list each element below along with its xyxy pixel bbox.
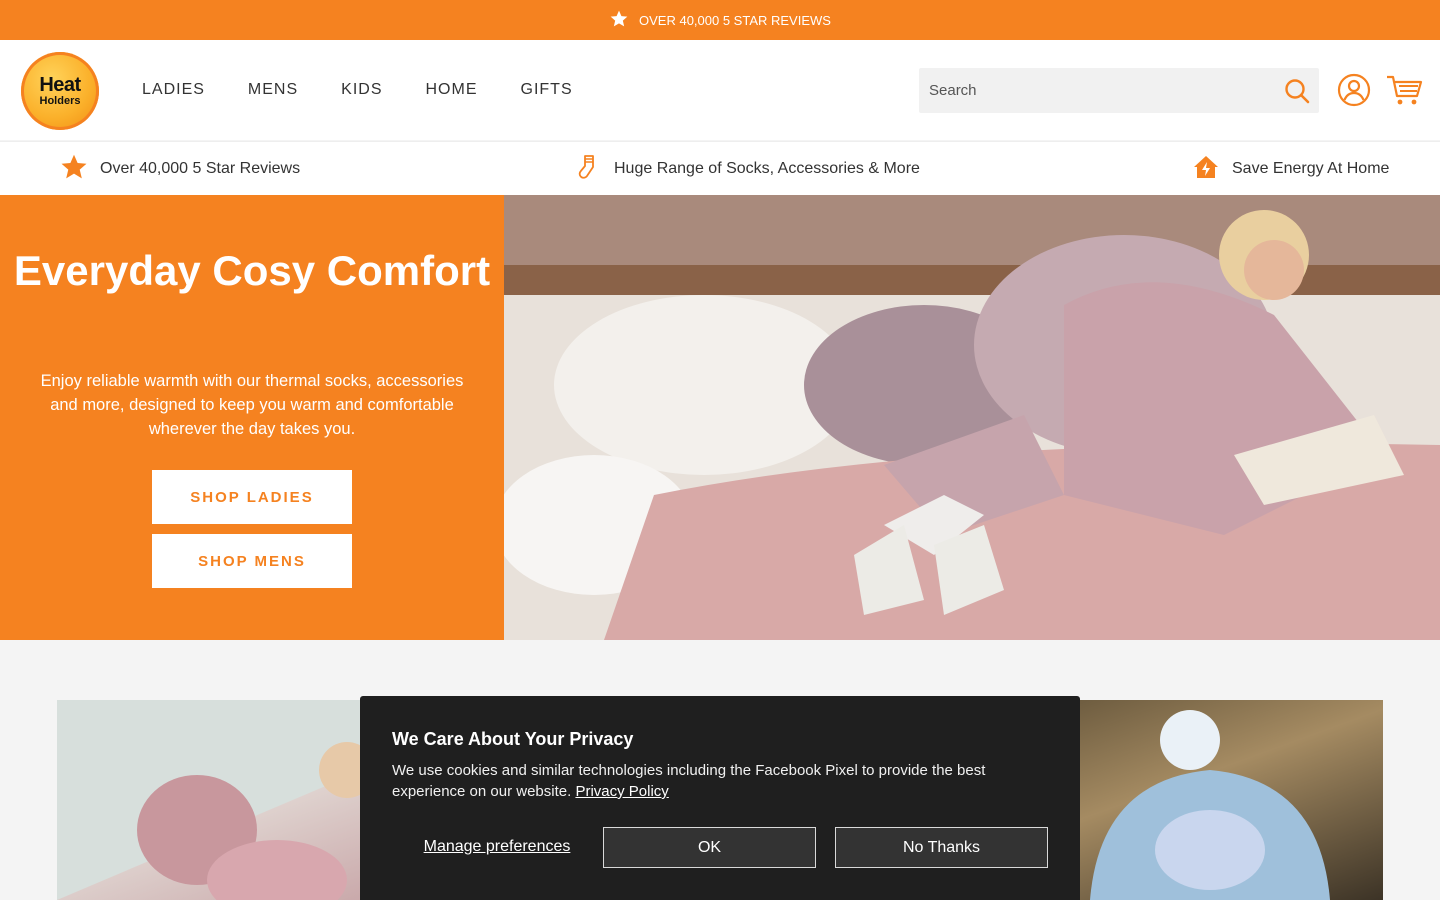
site-header: Heat Holders LADIES MENS KIDS HOME GIFTS xyxy=(0,40,1440,140)
search-input[interactable] xyxy=(929,68,1269,113)
usp-range: Huge Range of Socks, Accessories & More xyxy=(574,142,920,196)
main-nav: LADIES MENS KIDS HOME GIFTS xyxy=(142,80,616,100)
nav-item-ladies[interactable]: LADIES xyxy=(142,80,205,100)
cookie-text-body: We use cookies and similar technologies … xyxy=(392,762,986,800)
sock-icon xyxy=(574,153,602,186)
manage-preferences-button[interactable]: Manage preferences xyxy=(392,827,602,867)
nav-item-mens[interactable]: MENS xyxy=(248,80,298,100)
hero-image xyxy=(504,195,1440,640)
hero-title: Everyday Cosy Comfort xyxy=(13,247,491,294)
privacy-policy-link[interactable]: Privacy Policy xyxy=(575,783,668,800)
usp-bar: Over 40,000 5 Star Reviews Huge Range of… xyxy=(0,141,1440,195)
nav-item-home[interactable]: HOME xyxy=(426,80,478,100)
hero-panel: Everyday Cosy Comfort Enjoy reliable war… xyxy=(0,195,504,640)
usp-range-text: Huge Range of Socks, Accessories & More xyxy=(614,160,920,177)
usp-energy-text: Save Energy At Home xyxy=(1232,160,1390,177)
house-energy-icon xyxy=(1192,153,1220,186)
announcement-bar: OVER 40,000 5 STAR REVIEWS xyxy=(0,0,1440,40)
brand-logo[interactable]: Heat Holders xyxy=(21,52,99,130)
cookie-text: We use cookies and similar technologies … xyxy=(392,760,1052,802)
shop-ladies-button[interactable]: SHOP LADIES xyxy=(152,470,352,524)
star-icon xyxy=(60,153,88,186)
account-icon[interactable] xyxy=(1337,73,1371,107)
nav-item-gifts[interactable]: GIFTS xyxy=(521,80,573,100)
nav-item-kids[interactable]: KIDS xyxy=(341,80,382,100)
star-icon xyxy=(609,9,629,32)
no-thanks-button[interactable]: No Thanks xyxy=(835,827,1048,868)
cookie-banner: We Care About Your Privacy We use cookie… xyxy=(360,696,1080,900)
hero-description: Enjoy reliable warmth with our thermal s… xyxy=(40,372,464,438)
usp-energy: Save Energy At Home xyxy=(1192,142,1389,196)
logo-line-2: Holders xyxy=(39,95,81,107)
usp-reviews-text: Over 40,000 5 Star Reviews xyxy=(100,160,301,177)
ok-button[interactable]: OK xyxy=(603,827,816,868)
shop-mens-button[interactable]: SHOP MENS xyxy=(152,534,352,588)
announcement-text: OVER 40,000 5 STAR REVIEWS xyxy=(639,12,831,28)
category-card-kids[interactable] xyxy=(1060,700,1383,900)
search-icon[interactable] xyxy=(1283,77,1311,105)
cookie-title: We Care About Your Privacy xyxy=(392,729,634,749)
search-box xyxy=(919,68,1319,113)
cart-icon[interactable] xyxy=(1385,73,1423,107)
usp-reviews: Over 40,000 5 Star Reviews xyxy=(60,142,300,196)
logo-line-1: Heat xyxy=(39,74,81,96)
category-card-ladies[interactable] xyxy=(57,700,387,900)
